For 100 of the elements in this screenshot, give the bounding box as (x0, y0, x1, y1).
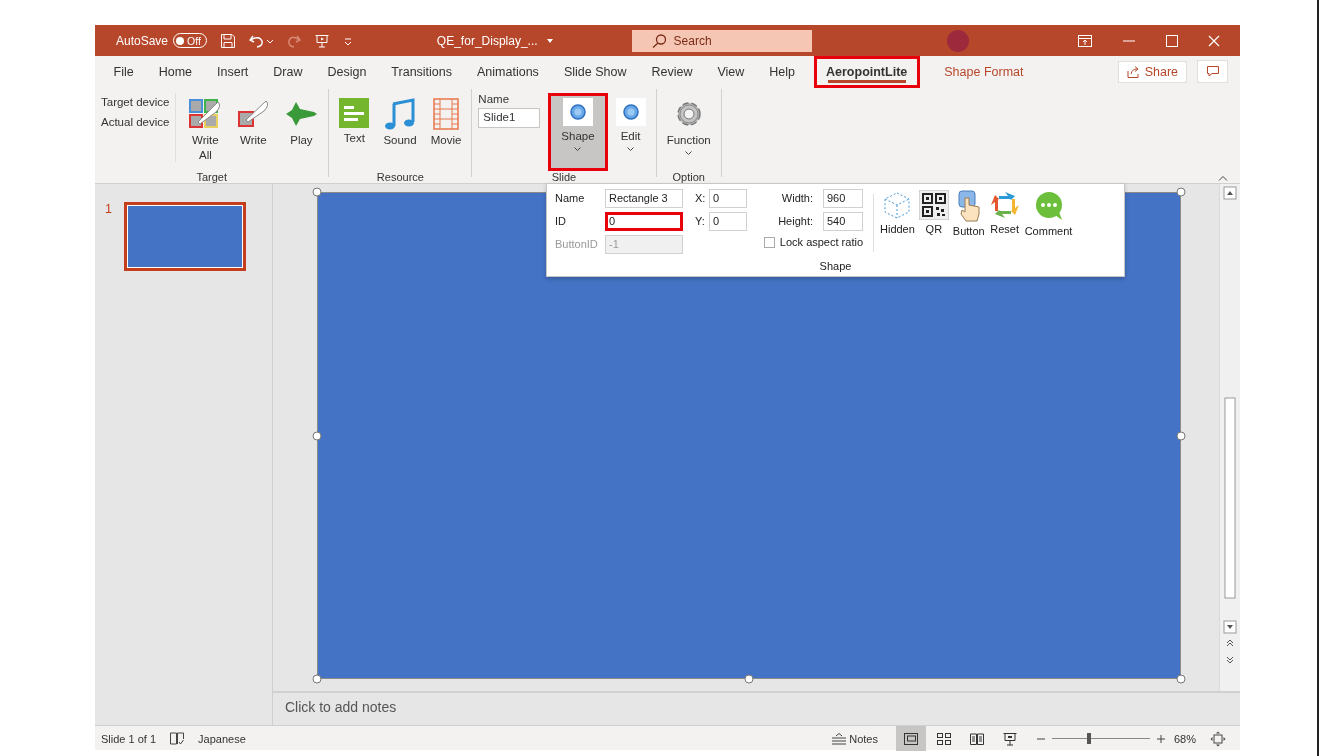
write-all-icon (188, 98, 223, 130)
autosave-label: AutoSave (116, 33, 169, 48)
resize-handle[interactable] (312, 674, 322, 684)
ribbon-button[interactable]: Text (333, 93, 376, 171)
ribbon-tab[interactable]: Review (638, 55, 705, 88)
field-label: Name (555, 192, 586, 204)
ribbon-button[interactable]: Shape (548, 93, 608, 171)
ribbon-button[interactable]: Movie (424, 93, 468, 171)
comments-button[interactable] (1197, 60, 1228, 83)
resize-handle[interactable] (1176, 674, 1186, 684)
group-label: Shape (818, 260, 853, 274)
ribbon-button[interactable]: Play (278, 93, 325, 171)
panel-button[interactable]: Reset (988, 190, 1021, 260)
caret-icon (685, 151, 693, 156)
ribbon-display-icon (1078, 34, 1092, 47)
field-label: Name (478, 93, 511, 105)
ribbon-tab[interactable]: Design (314, 55, 379, 88)
redo-icon (286, 33, 301, 48)
qr-code-icon (918, 190, 949, 220)
device-label: Actual device (101, 116, 170, 128)
group-label: Option (671, 171, 706, 184)
ribbon-button[interactable]: Sound (377, 93, 423, 171)
pointing-hand-icon (955, 190, 982, 222)
ribbon-button[interactable]: Edit (609, 93, 652, 171)
caret-icon (545, 37, 554, 44)
ribbon-tab[interactable]: Shape Format (931, 55, 1036, 88)
grid-view-icon (937, 732, 951, 745)
notes-icon (831, 732, 848, 745)
zoom-in-icon (1156, 733, 1166, 744)
view-button[interactable] (896, 726, 926, 751)
cube-icon (882, 190, 913, 220)
ribbon-tab[interactable]: File (101, 55, 147, 88)
ribbon-button[interactable]: Write All (182, 93, 229, 171)
circle-shape-icon (563, 98, 593, 126)
input-field[interactable]: 540 (823, 211, 863, 231)
notes-button[interactable]: Notes (831, 732, 878, 745)
resize-handle[interactable] (312, 431, 322, 440)
ribbon-tab[interactable]: Slide Show (551, 55, 639, 88)
undo-icon (248, 33, 273, 48)
normal-view-icon (904, 732, 918, 745)
close-icon (1208, 34, 1220, 47)
zoom-percent[interactable]: 68% (1174, 732, 1204, 745)
document-title[interactable]: QE_for_Display_... (436, 33, 538, 48)
checkbox[interactable] (763, 236, 775, 248)
ribbon-tab[interactable]: View (704, 55, 757, 88)
input-field[interactable]: Rectangle 3 (605, 188, 683, 208)
ribbon-tab[interactable]: Transitions (378, 55, 465, 88)
book-view-icon (970, 732, 984, 745)
slide-thumbnail[interactable] (123, 202, 246, 271)
panel-button[interactable]: QR (918, 190, 949, 260)
panel-button[interactable]: Button (952, 190, 985, 260)
ribbon-tab[interactable]: Insert (204, 55, 261, 88)
four-arrows-icon (988, 190, 1021, 220)
save-icon (220, 33, 235, 48)
input-field[interactable]: 960 (823, 188, 863, 208)
ribbon-button[interactable]: Write (230, 93, 277, 171)
search-field[interactable]: Search (631, 29, 812, 52)
ribbon-tab[interactable]: Draw (260, 55, 315, 88)
comment-icon (1206, 66, 1219, 77)
field-label: X: (695, 192, 707, 204)
field-label: Y: (695, 215, 706, 227)
input-field[interactable]: 0 (709, 211, 747, 231)
name-field[interactable]: Slide1 (478, 108, 541, 128)
language-label[interactable]: Japanese (198, 732, 246, 745)
input-field: -1 (605, 234, 683, 254)
ribbon-tab[interactable]: AeropointLite (813, 55, 920, 88)
panel-button[interactable]: Hidden (880, 190, 915, 260)
customize-caret-icon (342, 35, 353, 46)
ribbon-tab[interactable]: Help (756, 55, 808, 88)
resize-handle[interactable] (312, 187, 322, 197)
ribbon-tab[interactable]: Animations (464, 55, 552, 88)
device-label: Target device (101, 96, 170, 108)
group-label: Target (195, 171, 228, 184)
field-label: Width: (780, 192, 813, 204)
panel-button[interactable]: Comment (1024, 190, 1073, 260)
ribbon-tab[interactable]: Home (146, 55, 205, 88)
resize-handle[interactable] (1176, 187, 1186, 197)
group-label: Resource (375, 171, 425, 184)
film-strip-icon (431, 98, 461, 130)
field-label: ButtonID (555, 238, 599, 250)
checkbox-label: Lock aspect ratio (779, 236, 863, 248)
presenter-icon (314, 33, 329, 48)
caret-icon (574, 147, 582, 152)
input-field[interactable]: 0 (709, 188, 747, 208)
text-tile-icon (339, 98, 370, 128)
presenter-view-icon (1003, 731, 1017, 746)
resize-handle[interactable] (744, 674, 754, 684)
spell-check-icon (170, 732, 185, 745)
input-field[interactable]: 0 (605, 211, 683, 231)
fit-to-window-icon (1210, 730, 1226, 747)
caret-icon (627, 147, 635, 152)
resize-handle[interactable] (1176, 431, 1186, 440)
group-label: Slide (550, 171, 578, 184)
search-icon (651, 33, 666, 48)
field-label: ID (555, 215, 567, 227)
zoom-thumb[interactable] (1087, 733, 1092, 744)
circle-shape-icon (615, 98, 646, 126)
write-icon (236, 98, 271, 130)
share-button[interactable]: Share (1117, 60, 1187, 83)
ribbon-button[interactable]: Function (660, 93, 717, 171)
